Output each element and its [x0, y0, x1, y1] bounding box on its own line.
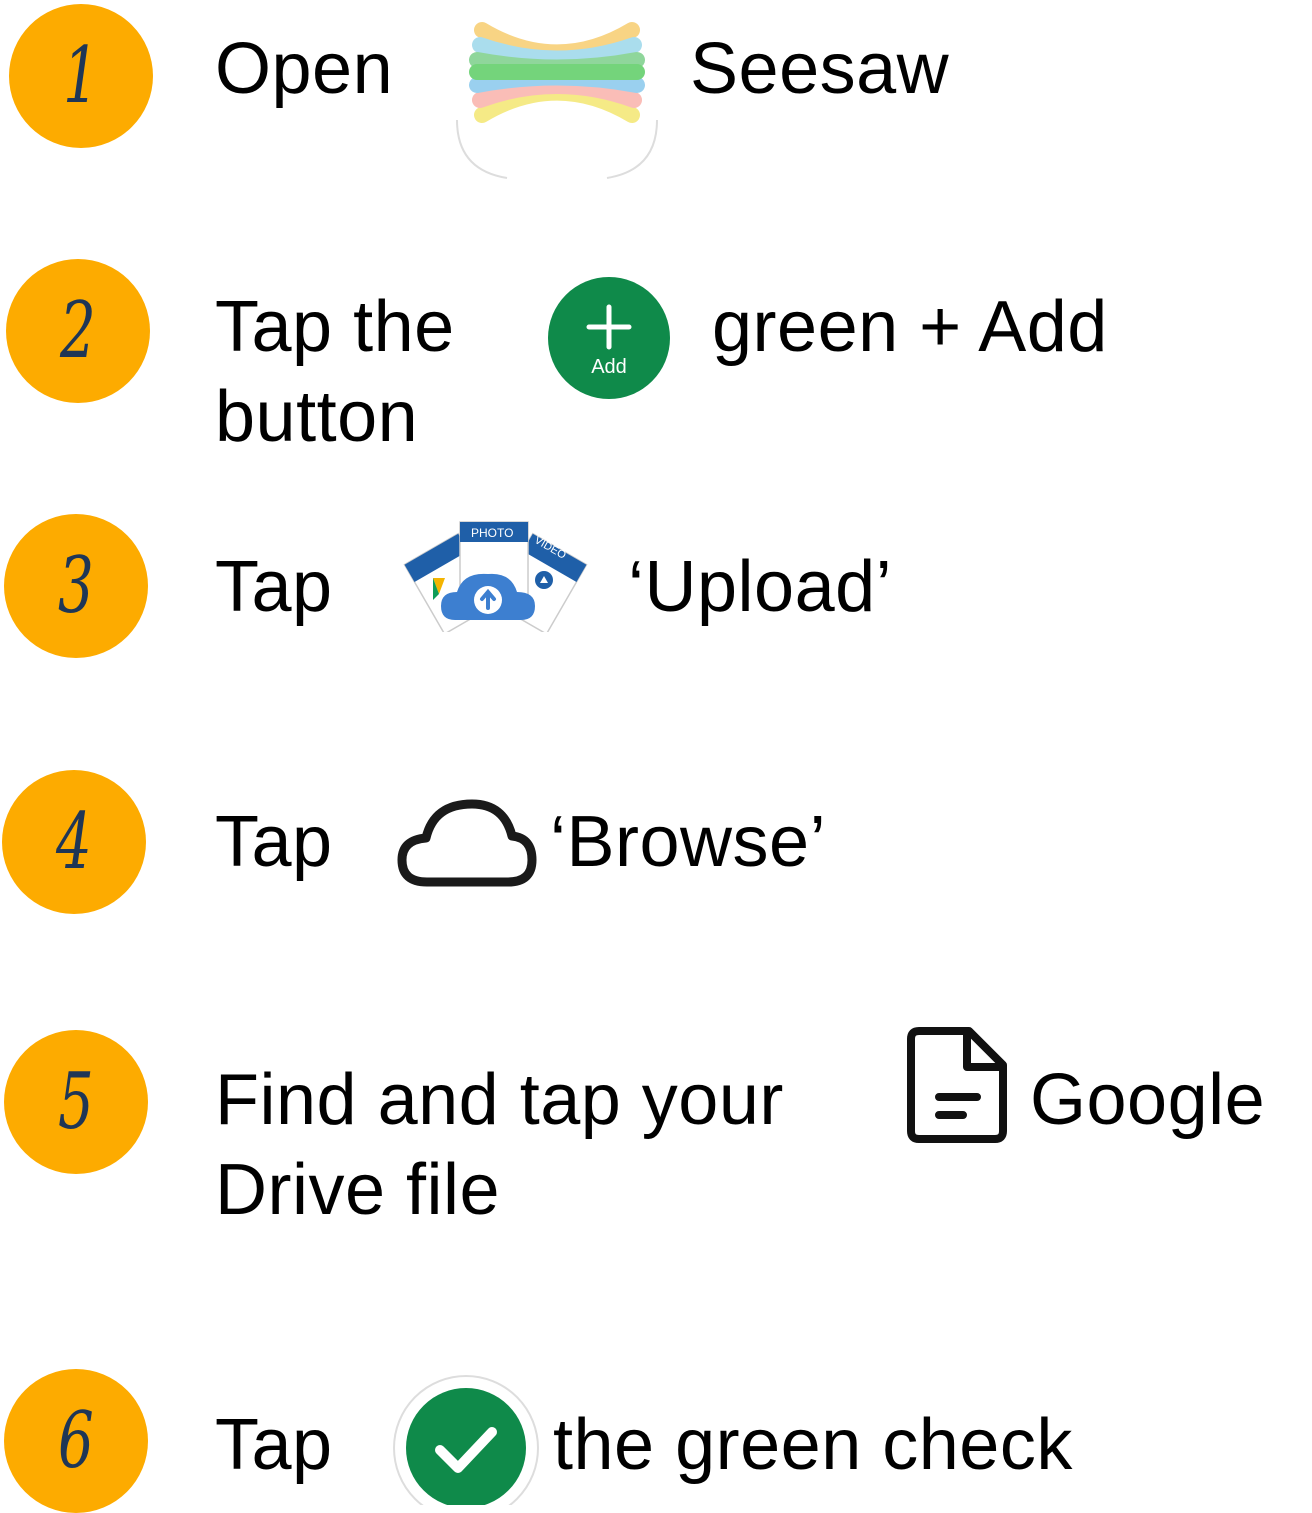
add-button-icon: Add — [548, 277, 670, 399]
step-6-number: 6 — [58, 1396, 94, 1486]
step-4-text-after: ‘Browse’ — [550, 802, 827, 882]
upload-icon: FILE PHOTO VIDEO — [393, 520, 593, 632]
step-2-text-before: Tap the — [215, 287, 455, 367]
step-6-text-before: Tap — [215, 1405, 333, 1485]
step-1-text-before: Open — [215, 29, 394, 109]
step-6-text-after: the green check — [553, 1405, 1073, 1485]
step-4-text-before: Tap — [215, 802, 333, 882]
step-4-badge: 4 — [2, 770, 146, 914]
cloud-icon — [397, 799, 537, 887]
step-1-text-after: Seesaw — [690, 29, 950, 109]
step-2-number: 2 — [60, 286, 96, 376]
upload-label-photo: PHOTO — [471, 526, 514, 540]
step-3-number: 3 — [58, 541, 94, 631]
step-1-number: 1 — [63, 31, 99, 121]
add-button-label: Add — [591, 356, 627, 378]
seesaw-logo-icon — [456, 22, 658, 179]
step-6-badge: 6 — [4, 1369, 148, 1513]
step-3-text-before: Tap — [215, 547, 333, 627]
document-icon — [907, 1027, 1007, 1143]
step-2-text-after: green + Add — [712, 287, 1108, 367]
step-2-text-line2: button — [215, 377, 419, 457]
step-4-number: 4 — [56, 797, 92, 887]
step-5-badge: 5 — [4, 1030, 148, 1174]
step-5-number: 5 — [58, 1057, 94, 1147]
step-1-badge: 1 — [9, 4, 153, 148]
step-2-badge: 2 — [6, 259, 150, 403]
step-5-text-after: Google — [1030, 1060, 1266, 1140]
step-5-text-before: Find and tap your — [215, 1060, 784, 1140]
step-5-text-line2: Drive file — [215, 1150, 501, 1230]
green-check-icon — [393, 1375, 539, 1505]
step-3-text-after: ‘Upload’ — [628, 547, 893, 627]
step-3-badge: 3 — [4, 514, 148, 658]
